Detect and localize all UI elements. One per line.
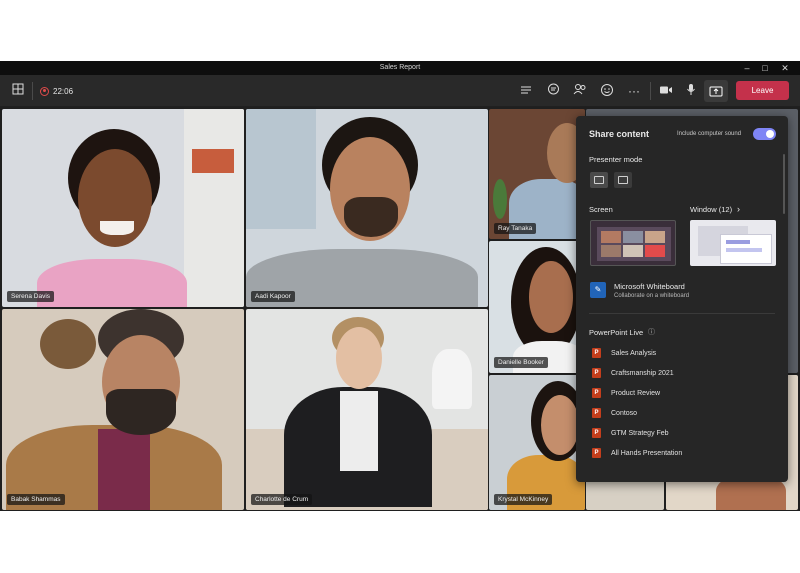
ppt-item-label: Product Review <box>611 389 661 397</box>
powerpoint-live-label: PowerPoint Live <box>589 328 644 337</box>
grid-icon[interactable] <box>10 83 26 99</box>
scrollbar[interactable] <box>783 154 785 214</box>
ppt-item-label: GTM Strategy Feb <box>611 429 669 437</box>
ppt-item-label: All Hands Presentation <box>611 449 683 457</box>
timer-text: 22:06 <box>53 86 74 96</box>
whiteboard-title[interactable]: Microsoft Whiteboard <box>614 282 685 291</box>
participant-name: Aadi Kapoor <box>251 291 295 302</box>
mic-icon[interactable] <box>683 83 699 99</box>
ppt-item-label: Sales Analysis <box>611 349 657 357</box>
participant-name: Ray Tanaka <box>494 223 537 234</box>
presenter-mode-label: Presenter mode <box>589 155 643 164</box>
maximize-icon[interactable]: □ <box>756 62 774 74</box>
participant-name: Charlotte de Crum <box>251 494 313 505</box>
video-tile[interactable]: Aadi Kapoor <box>246 109 488 307</box>
video-tile[interactable]: Krystal McKinney <box>489 375 585 510</box>
ppt-list-item[interactable]: P Product Review <box>592 387 660 399</box>
minimize-icon[interactable]: – <box>738 62 756 74</box>
chat-list-icon[interactable] <box>518 83 534 99</box>
participant-name: Danielle Booker <box>494 357 548 368</box>
ppt-list-item[interactable]: P All Hands Presentation <box>592 447 682 459</box>
divider <box>650 82 651 100</box>
presenter-mode-content-only-button[interactable] <box>590 172 608 188</box>
recording-timer: 22:06 <box>40 83 73 99</box>
video-tile[interactable]: Danielle Booker <box>489 241 585 373</box>
ppt-item-label: Contoso <box>611 409 638 417</box>
powerpoint-icon: P <box>592 408 601 418</box>
ppt-list-item[interactable]: P Contoso <box>592 407 637 419</box>
whiteboard-icon: ✎ <box>590 282 606 298</box>
chat-icon[interactable] <box>545 83 561 99</box>
share-icon <box>709 86 723 97</box>
more-icon[interactable]: ··· <box>626 83 642 99</box>
powerpoint-icon: P <box>592 448 601 458</box>
include-sound-label: Include computer sound <box>677 131 742 137</box>
ppt-list-item[interactable]: P GTM Strategy Feb <box>592 427 669 439</box>
camera-icon[interactable] <box>658 83 674 99</box>
panel-title: Share content <box>589 129 650 139</box>
video-tile[interactable]: Ray Tanaka <box>489 109 585 239</box>
close-icon[interactable]: ✕ <box>776 62 794 74</box>
chevron-right-icon[interactable]: › <box>737 204 740 214</box>
video-tile[interactable]: Babak Shammas <box>2 309 244 510</box>
screen-thumbnail[interactable] <box>590 220 676 266</box>
powerpoint-icon: P <box>592 388 601 398</box>
share-content-panel: Share content Include computer sound Pre… <box>576 116 788 482</box>
ppt-list-item[interactable]: P Sales Analysis <box>592 347 656 359</box>
reactions-icon[interactable] <box>599 83 615 99</box>
window-label[interactable]: Window (12) <box>690 205 732 214</box>
info-icon[interactable]: ⓘ <box>648 327 655 337</box>
divider <box>589 313 775 314</box>
participant-name: Krystal McKinney <box>494 494 553 505</box>
divider <box>32 82 33 100</box>
record-icon <box>40 86 49 96</box>
window-title: Sales Report <box>379 64 421 71</box>
include-sound-toggle[interactable] <box>753 128 776 140</box>
ppt-list-item[interactable]: P Craftsmanship 2021 <box>592 367 674 379</box>
presenter-mode-standout-button[interactable] <box>614 172 632 188</box>
meeting-toolbar: 22:06 ··· Leave <box>0 75 800 107</box>
participant-name: Babak Shammas <box>7 494 65 505</box>
powerpoint-icon: P <box>592 348 601 358</box>
whiteboard-subtitle: Collaborate on a whiteboard <box>614 293 690 299</box>
share-button[interactable] <box>704 80 728 102</box>
ppt-item-label: Craftsmanship 2021 <box>611 369 674 377</box>
window-thumbnail[interactable] <box>690 220 776 266</box>
participant-name: Serena Davis <box>7 291 55 302</box>
video-tile[interactable]: Serena Davis <box>2 109 244 307</box>
leave-button[interactable]: Leave <box>736 81 789 100</box>
title-bar: Sales Report – □ ✕ <box>0 61 800 75</box>
video-tile[interactable]: Charlotte de Crum <box>246 309 488 510</box>
powerpoint-icon: P <box>592 368 601 378</box>
people-icon[interactable] <box>572 83 588 99</box>
powerpoint-icon: P <box>592 428 601 438</box>
screen-label: Screen <box>589 205 613 214</box>
